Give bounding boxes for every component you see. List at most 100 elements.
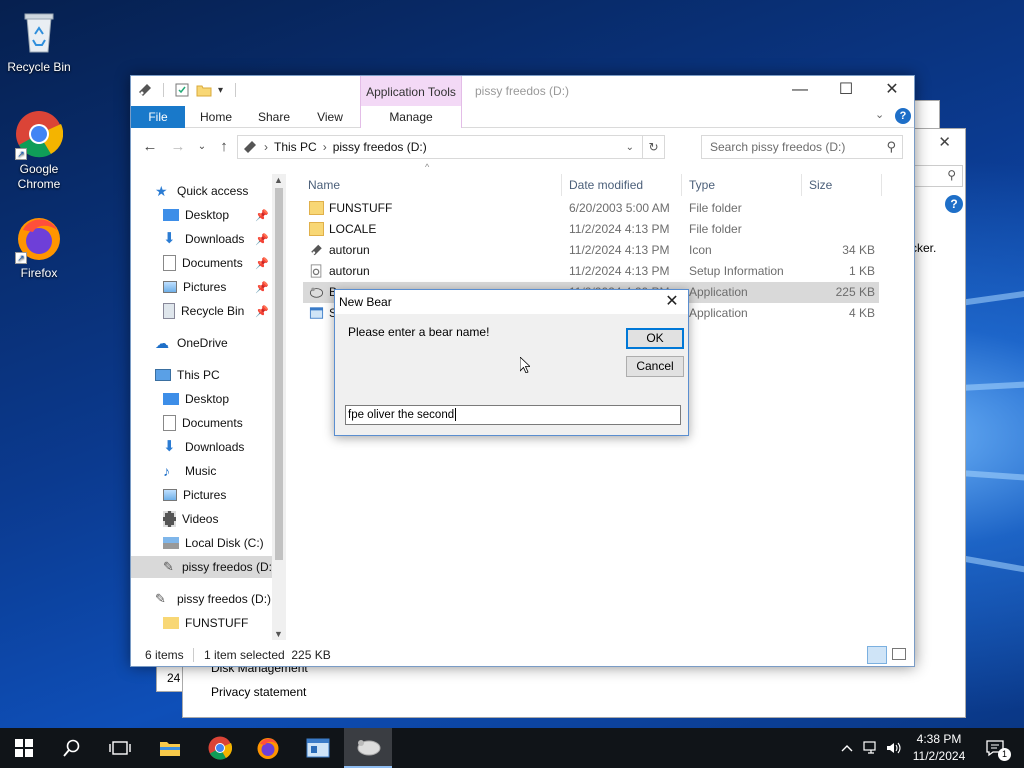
task-view-button[interactable] (96, 728, 144, 768)
download-arrow-icon: ⬇ (163, 230, 176, 247)
taskbar-firefox[interactable] (244, 728, 292, 768)
breadcrumb-this-pc[interactable]: This PC (274, 140, 317, 154)
column-header-type[interactable]: Type (689, 174, 715, 196)
taskbar-chrome[interactable] (196, 728, 244, 768)
ok-button[interactable]: OK (626, 328, 684, 349)
system-clock[interactable]: 4:38 PM 11/2/2024 (908, 731, 970, 765)
nav-music[interactable]: ♪ Music (163, 460, 216, 482)
bear-app-icon (357, 740, 381, 756)
nav-onedrive[interactable]: ☁ OneDrive (155, 332, 228, 354)
nav-recycle-bin[interactable]: Recycle Bin (163, 300, 244, 322)
cancel-button[interactable]: Cancel (626, 356, 684, 377)
file-row[interactable]: autorun 11/2/2024 4:13 PM Icon 34 KB (303, 240, 879, 261)
recent-locations-icon[interactable]: ⌄ (191, 136, 213, 158)
nav-local-disk[interactable]: Local Disk (C:) (163, 532, 264, 554)
nav-pictures[interactable]: Pictures (163, 276, 226, 298)
link-privacy-statement[interactable]: Privacy statement (211, 685, 306, 699)
forward-button[interactable]: → (167, 136, 189, 158)
network-icon[interactable] (860, 728, 882, 768)
recycle-bin-icon (15, 8, 63, 56)
properties-icon[interactable] (174, 82, 190, 98)
nav-scrollbar[interactable]: ▲ ▼ (272, 174, 286, 640)
pin-icon: 📌 (255, 258, 269, 270)
close-icon[interactable]: ✕ (938, 133, 951, 151)
breadcrumb-current[interactable]: pissy freedos (D:) (333, 140, 427, 154)
start-button[interactable] (0, 728, 48, 768)
up-button[interactable]: ↑ (213, 136, 235, 158)
partial-number: 24 (167, 671, 181, 685)
pin-icon: 📌 (255, 282, 269, 294)
tab-home[interactable]: Home (195, 106, 237, 128)
window-title: pissy freedos (D:) (475, 84, 570, 98)
nav-downloads[interactable]: ⬇ Downloads (163, 228, 244, 250)
details-view-icon[interactable] (867, 646, 887, 664)
nav-pissy-freedos-root[interactable]: ✎ pissy freedos (D:) (155, 588, 271, 610)
tab-view[interactable]: View (309, 106, 351, 128)
back-button[interactable]: ← (139, 136, 161, 158)
action-center-button[interactable]: 1 (978, 728, 1012, 768)
nav-pc-pictures[interactable]: Pictures (163, 484, 226, 506)
application-tools-tab: Application Tools (360, 76, 462, 106)
new-folder-icon[interactable] (196, 82, 212, 98)
refresh-icon[interactable]: ↻ (642, 136, 664, 158)
tab-share[interactable]: Share (253, 106, 295, 128)
column-header-name[interactable]: Name (308, 174, 340, 196)
show-hidden-icons[interactable] (838, 728, 856, 768)
search-button[interactable] (48, 728, 96, 768)
taskbar: 4:38 PM 11/2/2024 1 (0, 728, 1024, 768)
cloud-icon: ☁ (155, 335, 169, 351)
large-icons-view-icon[interactable] (892, 648, 906, 660)
help-icon[interactable]: ? (895, 108, 911, 124)
nav-pc-documents[interactable]: Documents (163, 412, 243, 434)
nav-videos[interactable]: Videos (163, 508, 218, 530)
expand-ribbon-icon[interactable]: ⌄ (875, 108, 884, 121)
help-icon[interactable]: ? (945, 195, 963, 213)
tab-manage[interactable]: Manage (360, 106, 462, 128)
address-dropdown-icon[interactable]: ⌄ (626, 142, 634, 153)
document-icon (163, 255, 176, 271)
file-row[interactable]: LOCALE 11/2/2024 4:13 PM File folder (303, 219, 879, 240)
column-header-size[interactable]: Size (809, 174, 832, 196)
desktop-icon-chrome[interactable]: ↗ Google Chrome (1, 110, 77, 192)
search-box[interactable]: Search pissy freedos (D:) ⚲ (701, 135, 903, 159)
search-icon: ⚲ (947, 168, 956, 182)
desktop-icon-label: Google Chrome (17, 162, 61, 191)
search-icon (63, 739, 80, 757)
nav-this-pc[interactable]: This PC (155, 364, 220, 386)
customize-toolbar-icon[interactable]: ▾ (218, 85, 223, 96)
address-field[interactable]: › This PC › pissy freedos (D:) ⌄ ↻ (237, 135, 665, 159)
file-row[interactable]: FUNSTUFF 6/20/2003 5:00 AM File folder (303, 198, 879, 219)
nav-documents[interactable]: Documents (163, 252, 243, 274)
chrome-icon (208, 736, 232, 760)
search-placeholder: Search pissy freedos (D:) (710, 140, 846, 154)
volume-icon[interactable] (884, 728, 904, 768)
desktop-icon (163, 209, 179, 221)
nav-pissy-freedos[interactable]: ✎ pissy freedos (D: (131, 556, 272, 578)
dialog-close-button[interactable]: ✕ (662, 291, 682, 313)
nav-pc-downloads[interactable]: ⬇ Downloads (163, 436, 244, 458)
tab-file[interactable]: File (131, 106, 185, 128)
firefox-icon: ↗ (15, 214, 63, 264)
nav-quick-access[interactable]: ★ Quick access (155, 180, 248, 202)
new-bear-dialog: New Bear ✕ Please enter a bear name! OK … (334, 289, 689, 436)
taskbar-file-explorer[interactable] (146, 728, 194, 768)
bear-name-input[interactable]: fpe oliver the second (345, 405, 681, 425)
maximize-button[interactable]: ☐ (823, 76, 869, 106)
star-icon: ★ (155, 183, 168, 199)
desktop-icon-firefox[interactable]: ↗ Firefox (1, 214, 77, 281)
close-button[interactable]: ✕ (869, 76, 915, 106)
column-header-date[interactable]: Date modified (569, 174, 643, 196)
taskbar-bear-app[interactable] (344, 728, 392, 768)
minimize-button[interactable]: — (777, 76, 823, 106)
ribbon-tabs: File Home Share View Manage ⌄ ? (131, 106, 914, 128)
desktop-icon-recycle-bin[interactable]: Recycle Bin (1, 8, 77, 75)
nav-pc-desktop[interactable]: Desktop (163, 388, 229, 410)
desktop-icon (163, 393, 179, 405)
nav-funstuff[interactable]: FUNSTUFF (163, 612, 248, 634)
windows-logo-icon (15, 739, 33, 757)
pin-icon: 📌 (255, 306, 269, 318)
desktop-icon-label: Firefox (20, 266, 58, 280)
taskbar-app[interactable] (294, 728, 342, 768)
address-bar-row: ← → ⌄ ↑ › This PC › pissy freedos (D:) ⌄… (131, 132, 914, 162)
file-row[interactable]: autorun 11/2/2024 4:13 PM Setup Informat… (303, 261, 879, 282)
